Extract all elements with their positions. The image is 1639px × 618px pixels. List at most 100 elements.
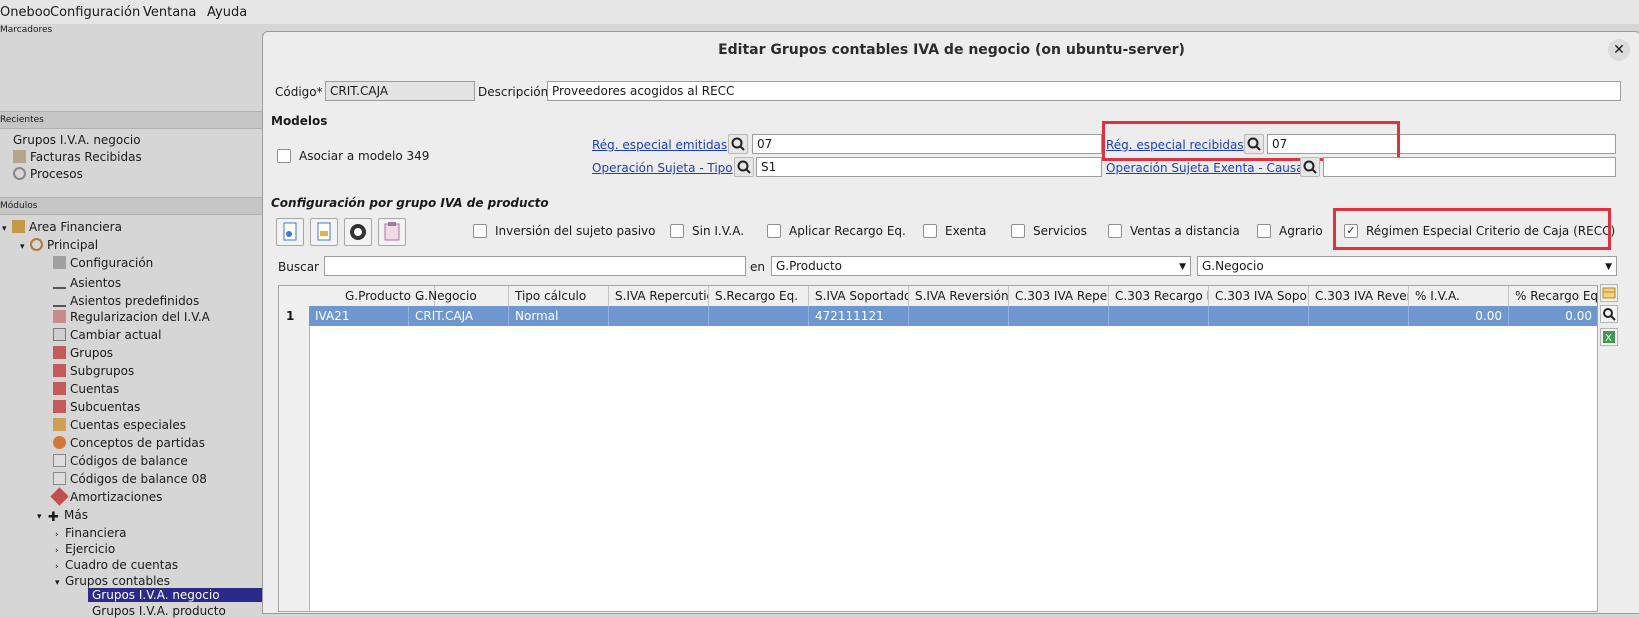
tree-ejercicio[interactable]: › Ejercicio: [55, 542, 115, 556]
tree-conceptos[interactable]: Conceptos de partidas: [53, 436, 205, 450]
chk-ventas-distancia[interactable]: [1108, 224, 1122, 238]
delete-row-button[interactable]: [344, 218, 372, 246]
col-c303-iva-soportado[interactable]: C.303 IVA Soportado: [1209, 286, 1309, 306]
menu-ventana[interactable]: Ventana: [143, 5, 196, 20]
chk-recargo[interactable]: [767, 224, 781, 238]
col-c303-iva-reversion[interactable]: C.303 IVA Reversión: [1309, 286, 1409, 306]
edit-row-button[interactable]: [310, 218, 338, 246]
chk-agrario-label: Agrario: [1279, 224, 1323, 238]
reg-emitidas-search-button[interactable]: [728, 134, 748, 154]
op-exenta-search-button[interactable]: [1300, 157, 1320, 177]
tree-grupos[interactable]: Grupos: [53, 346, 113, 360]
codigo-field[interactable]: CRIT.CAJA: [325, 81, 475, 101]
tree-asientos-predefinidos[interactable]: Asientos predefinidos: [53, 292, 199, 308]
tree-financiera[interactable]: › Financiera: [55, 526, 127, 540]
recent-item-grupos-iva[interactable]: Grupos I.V.A. negocio: [13, 133, 141, 147]
tree-subcuentas[interactable]: Subcuentas: [53, 400, 140, 414]
tree-codigos-balance-08[interactable]: Códigos de balance 08: [53, 472, 207, 486]
grid-config-button[interactable]: [1600, 284, 1618, 302]
col-s-iva-repercutido[interactable]: S.IVA Repercutido: [609, 286, 709, 306]
col-s-recargo-eq[interactable]: S.Recargo Eq.: [709, 286, 809, 306]
search-icon: [737, 160, 751, 174]
tree-grupos-iva-negocio[interactable]: Grupos I.V.A. negocio: [88, 588, 262, 602]
tree-amortizaciones[interactable]: Amortizaciones: [50, 487, 162, 506]
op-sujeta-link[interactable]: Operación Sujeta - Tipo: [592, 161, 733, 175]
col-c303-recargo-eq[interactable]: C.303 Recargo Eq.: [1109, 286, 1209, 306]
dialog-title: Editar Grupos contables IVA de negocio (…: [718, 42, 1185, 58]
tree-cuadro-cuentas[interactable]: › Cuadro de cuentas: [55, 558, 178, 572]
row-number[interactable]: 1: [279, 306, 309, 326]
tree-principal[interactable]: ▾ Principal: [20, 238, 98, 252]
search-icon: [1303, 160, 1317, 174]
tree-asientos[interactable]: Asientos: [53, 274, 121, 290]
cell-c303-iva-soportado[interactable]: [1209, 306, 1309, 326]
buscar-label: Buscar: [278, 260, 319, 274]
chk-agrario[interactable]: [1257, 224, 1271, 238]
bandage-icon: [50, 487, 69, 506]
table-settings-icon: [1602, 287, 1616, 299]
op-sujeta-field[interactable]: S1: [756, 157, 1102, 177]
cell-tipo-calculo[interactable]: Normal: [509, 306, 609, 326]
cell-g-negocio[interactable]: CRIT.CAJA: [409, 306, 509, 326]
table-row[interactable]: IVA21 CRIT.CAJA Normal 472111121 0.00 0.…: [309, 306, 1597, 326]
cell-c303-iva-reversion[interactable]: [1309, 306, 1409, 326]
op-sujeta-search-button[interactable]: [734, 157, 754, 177]
cell-pct-recargo-eq[interactable]: 0.00: [1509, 306, 1597, 326]
cell-s-iva-soportado[interactable]: 472111121: [809, 306, 909, 326]
modulos-header: Módulos: [0, 197, 262, 215]
col-tipo-calculo[interactable]: Tipo cálculo: [509, 286, 609, 306]
tree-configuracion[interactable]: Configuración: [53, 256, 153, 270]
tree-regularizacion[interactable]: Regularizacion del I.V.A: [53, 310, 210, 324]
cell-pct-iva[interactable]: 0.00: [1409, 306, 1509, 326]
cell-c303-iva-repercutido[interactable]: [1009, 306, 1109, 326]
descripcion-field[interactable]: Proveedores acogidos al RECC: [547, 81, 1621, 101]
new-row-button[interactable]: [276, 218, 304, 246]
asociar-349-checkbox[interactable]: [277, 149, 291, 163]
chk-inversion[interactable]: [473, 224, 487, 238]
cell-s-iva-repercutido[interactable]: [609, 306, 709, 326]
order-field-select[interactable]: G.Negocio ▼: [1197, 256, 1617, 276]
reg-emitidas-link[interactable]: Rég. especial emitidas: [592, 138, 727, 152]
close-button[interactable]: ✕: [1608, 39, 1630, 61]
recent-item-procesos[interactable]: Procesos: [13, 167, 83, 181]
col-c303-iva-repercutido[interactable]: C.303 IVA Repercutido: [1009, 286, 1109, 306]
tree-grupos-iva-producto[interactable]: Grupos I.V.A. producto: [92, 604, 226, 618]
tree-grupos-contables[interactable]: ▾ Grupos contables: [55, 574, 170, 588]
data-grid[interactable]: G.Producto ⌄ G.Negocio Tipo cálculo S.IV…: [278, 285, 1598, 612]
badge-icon: [53, 436, 66, 449]
menu-configuracion[interactable]: Configuración: [50, 5, 140, 20]
buscar-input[interactable]: [324, 256, 746, 276]
tree-cuentas[interactable]: Cuentas: [53, 382, 119, 396]
col-s-iva-soportado[interactable]: S.IVA Soportado: [809, 286, 909, 306]
tree-codigos-balance[interactable]: Códigos de balance: [53, 454, 188, 468]
chk-exenta[interactable]: [923, 224, 937, 238]
col-pct-iva[interactable]: % I.V.A.: [1409, 286, 1509, 306]
recent-item-facturas[interactable]: Facturas Recibidas: [13, 150, 142, 164]
chevron-down-icon: ▼: [1605, 262, 1612, 272]
menu-file[interactable]: Oneboo: [0, 5, 51, 20]
cell-s-iva-reversion[interactable]: [909, 306, 1009, 326]
grid-search-button[interactable]: [1600, 305, 1618, 323]
tree-cuentas-especiales[interactable]: Cuentas especiales: [53, 418, 186, 432]
op-exenta-link[interactable]: Operación Sujeta Exenta - Causa: [1106, 161, 1304, 175]
tree-subgrupos[interactable]: Subgrupos: [53, 364, 134, 378]
menu-ayuda[interactable]: Ayuda: [207, 5, 247, 20]
chk-sin-iva[interactable]: [670, 224, 684, 238]
col-g-negocio[interactable]: G.Negocio: [409, 286, 509, 306]
tree-area-financiera[interactable]: ▾ Area Financiera: [2, 220, 122, 234]
reg-emitidas-field[interactable]: 07: [752, 134, 1102, 154]
cell-s-recargo-eq[interactable]: [709, 306, 809, 326]
cell-g-producto[interactable]: IVA21: [309, 306, 409, 326]
search-field-select[interactable]: G.Producto ▼: [771, 256, 1191, 276]
copy-row-button[interactable]: [378, 218, 406, 246]
edit-document-icon: [317, 222, 331, 241]
tree-mas[interactable]: ▾ ✚ Más: [37, 508, 88, 524]
document-icon: [53, 454, 66, 467]
tree-cambiar-actual[interactable]: Cambiar actual: [53, 328, 161, 342]
col-s-iva-reversion[interactable]: S.IVA Reversión: [909, 286, 1009, 306]
cell-c303-recargo-eq[interactable]: [1109, 306, 1209, 326]
op-exenta-field[interactable]: [1323, 157, 1616, 177]
grid-export-button[interactable]: X: [1600, 328, 1618, 346]
col-pct-recargo-eq[interactable]: % Recargo Eq.: [1509, 286, 1597, 306]
chk-servicios[interactable]: [1011, 224, 1025, 238]
